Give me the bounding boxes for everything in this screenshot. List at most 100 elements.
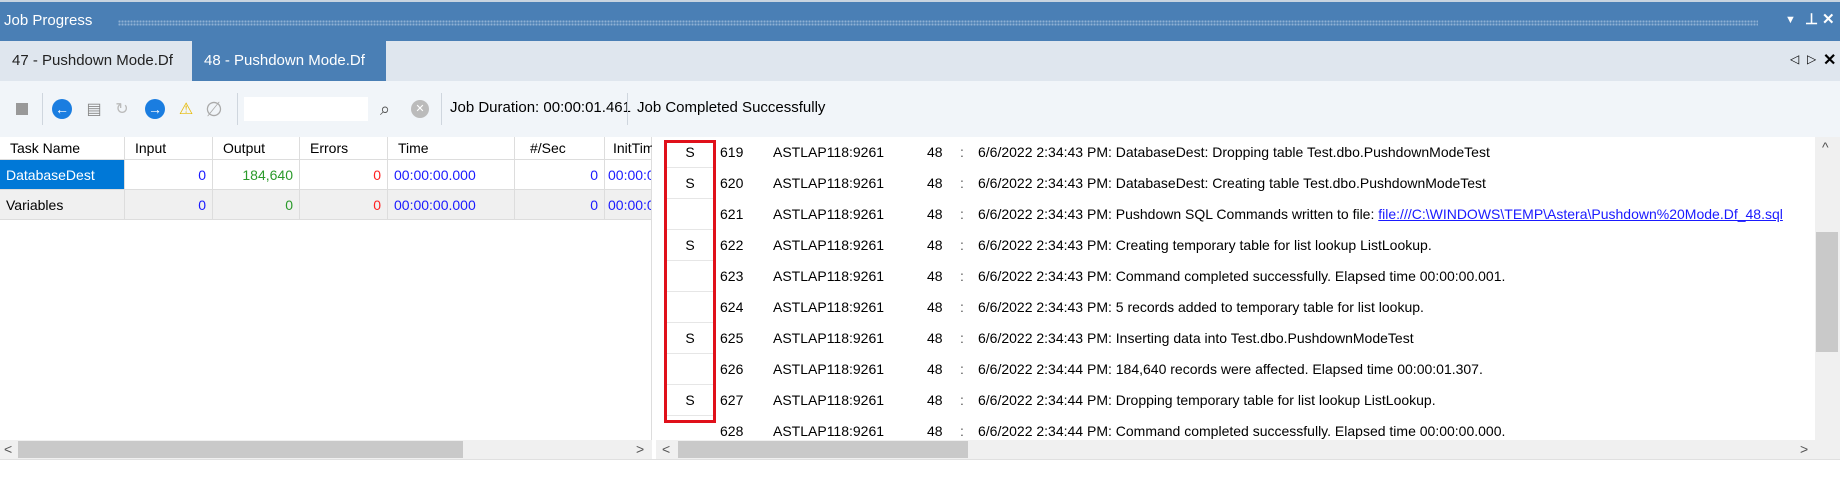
scroll-right-icon[interactable]: > [636, 441, 644, 457]
cancel-search-icon[interactable]: ✕ [409, 98, 431, 120]
document-icon[interactable]: ▤ [83, 98, 105, 120]
log-message: 6/6/2022 2:34:44 PM: Dropping temporary … [978, 392, 1436, 408]
task-init-time: 00:00:0 [605, 190, 652, 220]
log-host: ASTLAP118:9261 [773, 330, 885, 346]
grip-pattern[interactable] [118, 20, 1758, 26]
log-message-text: 6/6/2022 2:34:43 PM: Pushdown SQL Comman… [978, 206, 1379, 222]
column-header-time[interactable]: Time [388, 137, 515, 160]
task-horizontal-scroll-thumb[interactable] [18, 441, 463, 458]
column-header-task-name[interactable]: Task Name [0, 137, 125, 160]
tab-job-48[interactable]: 48 - Pushdown Mode.Df [192, 41, 386, 81]
pin-icon[interactable]: ⊥ [1805, 10, 1818, 28]
warning-icon[interactable]: ⚠ [175, 98, 197, 120]
search-input[interactable] [244, 97, 368, 121]
log-job-id: 48 [927, 237, 943, 253]
scroll-left-icon[interactable]: < [4, 441, 12, 457]
log-message: 6/6/2022 2:34:43 PM: Inserting data into… [978, 330, 1414, 346]
column-header-output[interactable]: Output [213, 137, 300, 160]
log-row[interactable]: S 625 ASTLAP118:9261 48:6/6/2022 2:34:43 PM… [652, 323, 1815, 354]
log-id: 623 [720, 268, 744, 284]
log-id: 626 [720, 361, 744, 377]
log-id: 619 [720, 144, 744, 160]
task-row[interactable]: Variables 0 0 0 00:00:00.000 0 00:00:0 [0, 190, 652, 220]
stop-icon[interactable] [11, 98, 33, 120]
log-separator: : [960, 392, 964, 408]
log-message: 6/6/2022 2:34:43 PM: Command completed s… [978, 268, 1506, 284]
task-row[interactable]: DatabaseDest 0 184,640 0 00:00:00.000 0 … [0, 160, 652, 190]
forward-icon[interactable]: → [144, 98, 166, 120]
dropdown-icon[interactable]: ▼ [1785, 14, 1796, 26]
null-icon[interactable]: ∅ [203, 98, 225, 121]
scroll-left-icon[interactable]: < [662, 441, 670, 457]
log-separator: : [960, 423, 964, 439]
log-job-id: 48 [927, 392, 943, 408]
log-row[interactable]: 621 ASTLAP118:9261 48:6/6/2022 2:34:43 PM:… [652, 199, 1815, 230]
log-row[interactable]: S 619 ASTLAP118:9261 48:6/6/2022 2:34:43 PM… [652, 137, 1815, 168]
scroll-right-icon[interactable]: ▷ [1807, 52, 1816, 66]
task-time: 00:00:00.000 [388, 160, 515, 190]
separator [441, 93, 442, 125]
binoculars-icon[interactable]: ⌕ [374, 98, 396, 120]
log-message: 6/6/2022 2:34:43 PM: Pushdown SQL Comman… [978, 199, 1783, 230]
refresh-icon[interactable]: ↻ [111, 98, 133, 120]
log-id: 627 [720, 392, 744, 408]
tab-strip: 47 - Pushdown Mode.Df 48 - Pushdown Mode… [0, 41, 1840, 81]
column-header-per-sec[interactable]: #/Sec [515, 137, 605, 160]
log-host: ASTLAP118:9261 [773, 206, 885, 222]
log-file-link[interactable]: file:///C:\WINDOWS\TEMP\Astera\Pushdown%… [1378, 206, 1783, 222]
log-id: 625 [720, 330, 744, 346]
task-name[interactable]: Variables [0, 190, 125, 220]
log-id: 620 [720, 175, 744, 191]
log-separator: : [960, 299, 964, 315]
close-icon[interactable]: ✕ [1822, 10, 1835, 28]
log-row[interactable]: 624 ASTLAP118:9261 48:6/6/2022 2:34:43 PM:… [652, 292, 1815, 323]
log-row[interactable]: S 627 ASTLAP118:9261 48:6/6/2022 2:34:44 PM… [652, 385, 1815, 416]
log-job-id: 48 [927, 144, 943, 160]
log-row[interactable]: 623 ASTLAP118:9261 48:6/6/2022 2:34:43 PM:… [652, 261, 1815, 292]
log-job-id: 48 [927, 299, 943, 315]
back-icon[interactable]: ← [51, 98, 73, 120]
log-horizontal-scroll-thumb[interactable] [678, 441, 968, 458]
toolbar: ← ▤ ↻ → ⚠ ∅ ⌕ ✕ Job Duration: 00:00:01.4… [0, 81, 1840, 137]
log-job-id: 48 [927, 361, 943, 377]
log-row[interactable]: 628 ASTLAP118:9261 48:6/6/2022 2:34:44 PM:… [652, 416, 1815, 440]
log-separator: : [960, 237, 964, 253]
log-id: 621 [720, 206, 744, 222]
task-errors: 0 [300, 160, 388, 190]
log-message: 6/6/2022 2:34:43 PM: 5 records added to … [978, 299, 1424, 315]
log-job-id: 48 [927, 206, 943, 222]
log-message: 6/6/2022 2:34:44 PM: Command completed s… [978, 423, 1506, 439]
tab-job-47[interactable]: 47 - Pushdown Mode.Df [0, 41, 192, 81]
task-name[interactable]: DatabaseDest [0, 160, 125, 190]
job-status: Job Completed Successfully [637, 99, 826, 116]
log-id: 622 [720, 237, 744, 253]
log-separator: : [960, 268, 964, 284]
scroll-up-icon[interactable]: ^ [1822, 139, 1829, 155]
close-tab-icon[interactable]: ✕ [1823, 50, 1836, 70]
log-vertical-scroll-thumb[interactable] [1816, 232, 1838, 352]
task-output: 0 [213, 190, 300, 220]
footer-area [0, 459, 1840, 491]
column-header-init-time[interactable]: InitTim [605, 137, 654, 160]
task-grid: Task Name Input Output Errors Time #/Sec… [0, 137, 654, 440]
column-header-input[interactable]: Input [125, 137, 213, 160]
log-host: ASTLAP118:9261 [773, 392, 885, 408]
log-separator: : [960, 175, 964, 191]
log-row[interactable]: S 620 ASTLAP118:9261 48:6/6/2022 2:34:43 PM… [652, 168, 1815, 199]
log-id: 624 [720, 299, 744, 315]
log-host: ASTLAP118:9261 [773, 268, 885, 284]
log-separator: : [960, 361, 964, 377]
log-host: ASTLAP118:9261 [773, 423, 885, 439]
log-job-id: 48 [927, 175, 943, 191]
log-host: ASTLAP118:9261 [773, 299, 885, 315]
log-host: ASTLAP118:9261 [773, 361, 885, 377]
log-host: ASTLAP118:9261 [773, 144, 885, 160]
scroll-left-icon[interactable]: ◁ [1790, 52, 1799, 66]
log-message: 6/6/2022 2:34:44 PM: 184,640 records wer… [978, 361, 1483, 377]
log-row[interactable]: 626 ASTLAP118:9261 48:6/6/2022 2:34:44 PM:… [652, 354, 1815, 385]
log-row[interactable]: S 622 ASTLAP118:9261 48:6/6/2022 2:34:43 PM… [652, 230, 1815, 261]
log-job-id: 48 [927, 330, 943, 346]
task-per-sec: 0 [515, 190, 605, 220]
scroll-right-icon[interactable]: > [1800, 441, 1808, 457]
column-header-errors[interactable]: Errors [300, 137, 388, 160]
